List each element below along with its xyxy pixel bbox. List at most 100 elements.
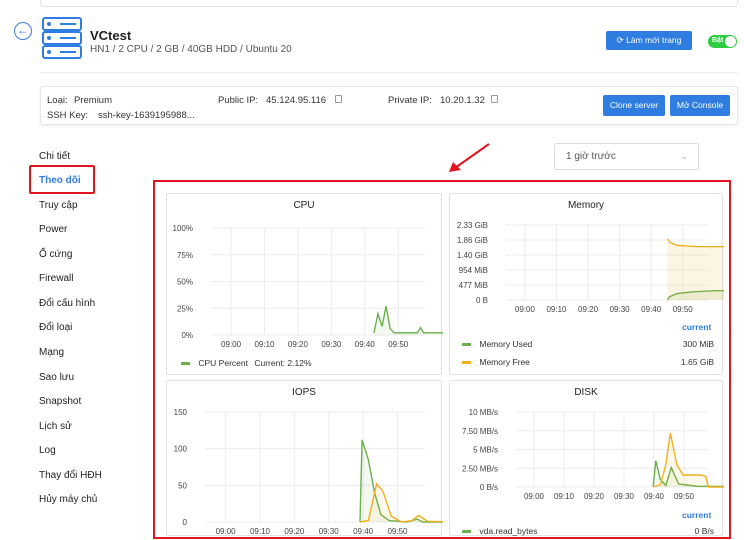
x-tick-label: 09:50	[673, 305, 694, 314]
legend-label: CPU Percent	[198, 358, 248, 368]
y-tick-label: 2.33 GiB	[457, 221, 488, 230]
sidebar-item-mang[interactable]: Mạng	[39, 347, 64, 358]
legend-item: Memory Free	[462, 357, 530, 367]
x-tick-label: 09:20	[288, 340, 309, 349]
sidebar-item-huy-may-chu[interactable]: Hủy máy chủ	[39, 494, 97, 505]
clone-server-button[interactable]: Clone server	[603, 95, 665, 116]
time-range-value: 1 giờ trước	[566, 151, 616, 162]
sidebar-item-theo-doi[interactable]: Theo dõi	[29, 165, 95, 194]
x-tick-label: 09:20	[284, 527, 305, 536]
x-tick-label: 09:30	[319, 527, 340, 536]
legend-current: 1.65 GiB	[680, 357, 714, 367]
x-tick-label: 09:50	[388, 340, 409, 349]
sidebar-item-label: Theo dõi	[39, 175, 81, 186]
x-tick-label: 09:40	[355, 340, 376, 349]
y-tick-label: 0%	[181, 331, 193, 340]
sidebar-item-log[interactable]: Log	[39, 445, 56, 456]
x-tick-label: 09:10	[554, 492, 575, 501]
x-tick-label: 09:10	[250, 527, 271, 536]
x-tick-label: 09:30	[321, 340, 342, 349]
copy-private-ip-icon[interactable]	[491, 95, 498, 103]
y-tick-label: 50	[178, 481, 187, 490]
sidebar-item-chi-tiet[interactable]: Chi tiết	[39, 151, 70, 162]
sidebar-item-power[interactable]: Power	[39, 224, 67, 235]
memory-chart-panel: Memory 09:00 09:10 09:20 09:30 09:40 09:50 2.3…	[449, 193, 724, 375]
y-tick-label: 10 MB/s	[469, 408, 498, 417]
sidebar-item-firewall[interactable]: Firewall	[39, 273, 73, 284]
legend-current: 300 MiB	[682, 339, 714, 349]
legend-label: vda.read_bytes	[479, 526, 538, 536]
chevron-down-icon: ⌄	[680, 151, 688, 161]
y-tick-label: 1.40 GiB	[457, 251, 488, 260]
y-tick-label: 954 MiB	[459, 266, 488, 275]
copy-public-ip-icon[interactable]	[335, 95, 342, 103]
private-ip-label: Private IP:	[388, 95, 432, 106]
y-tick-label: 7.50 MB/s	[462, 427, 498, 436]
y-tick-label: 2.50 MB/s	[462, 464, 498, 473]
power-toggle-label: Bật	[712, 37, 724, 44]
sidebar-item-truy-cap[interactable]: Truy cập	[39, 200, 78, 211]
x-tick-label: 09:00	[515, 305, 536, 314]
time-range-select[interactable]: 1 giờ trước ⌄	[554, 143, 699, 170]
cpu-chart: 09:00 09:10 09:20 09:30 09:40 09:50 100% 75% 50%…	[173, 224, 443, 349]
open-console-button[interactable]: Mở Console	[670, 95, 730, 116]
server-spec: HN1 / 2 CPU / 2 GB / 40GB HDD / Ubuntu 2…	[90, 44, 292, 55]
x-tick-label: 09:40	[641, 305, 662, 314]
legend-item: CPU Percent Current: 2.12%	[181, 358, 312, 368]
legend-swatch	[462, 343, 471, 347]
legend-current: Current: 2.12%	[254, 358, 312, 368]
x-tick-label: 09:20	[578, 305, 599, 314]
toggle-knob	[725, 36, 736, 47]
legend-item: vda.read_bytes	[462, 526, 538, 536]
series-area	[373, 306, 443, 335]
x-tick-label: 09:40	[353, 527, 374, 536]
sidebar-item-lich-su[interactable]: Lịch sử	[39, 421, 72, 432]
series-area	[667, 238, 724, 300]
y-tick-label: 0	[183, 518, 188, 527]
y-tick-label: 25%	[177, 304, 193, 313]
legend-label: Memory Used	[479, 339, 533, 349]
x-tick-label: 09:00	[216, 527, 237, 536]
y-tick-label: 0 B	[476, 296, 488, 305]
sidebar-item-doi-cau-hinh[interactable]: Đổi cấu hình	[39, 298, 95, 309]
current-header: current	[682, 510, 712, 520]
legend-item: Memory Used	[462, 339, 532, 349]
top-divider	[40, 0, 738, 7]
public-ip-value: 45.124.95.116	[266, 95, 327, 106]
x-tick-label: 09:10	[546, 305, 567, 314]
y-tick-label: 100	[174, 445, 188, 454]
x-tick-label: 09:10	[254, 340, 275, 349]
y-tick-label: 0 B/s	[480, 483, 498, 492]
refresh-button[interactable]: ⟳ Làm mới trang	[606, 31, 692, 50]
y-tick-label: 50%	[177, 278, 193, 287]
type-label: Loại:	[47, 95, 68, 106]
series-area	[653, 433, 724, 487]
y-tick-label: 477 MiB	[459, 281, 488, 290]
iops-chart-panel: IOPS 09:00 09:10 09:20 09:30 09:40 09:50 150 10…	[166, 380, 443, 536]
legend-swatch	[462, 361, 471, 365]
x-tick-label: 09:00	[524, 492, 545, 501]
power-toggle[interactable]: Bật	[708, 35, 737, 48]
y-tick-label: 1.86 GiB	[457, 236, 488, 245]
sidebar-item-sao-luu[interactable]: Sao lưu	[39, 372, 74, 383]
x-tick-label: 09:50	[387, 527, 408, 536]
y-tick-label: 75%	[177, 251, 193, 260]
back-icon[interactable]: ←	[14, 22, 32, 40]
legend-current: 0 B/s	[694, 526, 714, 536]
sidebar-item-o-cung[interactable]: Ổ cứng	[39, 249, 72, 260]
y-tick-label: 5 MB/s	[473, 446, 498, 455]
cpu-chart-panel: CPU 09:00 09:10 09:20 09:30 09:40 09:50 100% 75…	[166, 193, 443, 375]
sidebar-item-snapshot[interactable]: Snapshot	[39, 396, 81, 407]
legend-swatch	[181, 362, 190, 366]
sidebar-item-thay-doi-hdh[interactable]: Thay đổi HĐH	[39, 470, 102, 481]
public-ip-label: Public IP:	[218, 95, 259, 106]
server-info-card: Loại: Premium Public IP: 45.124.95.116 P…	[40, 86, 738, 125]
type-value: Premium	[74, 95, 113, 106]
sidebar-item-doi-loai[interactable]: Đổi loại	[39, 322, 72, 333]
ssh-key-value: ssh-key-1639195988...	[98, 110, 195, 121]
current-header: current	[682, 322, 712, 332]
x-tick-label: 09:30	[610, 305, 631, 314]
x-tick-label: 09:30	[614, 492, 635, 501]
x-tick-label: 09:20	[584, 492, 605, 501]
legend-swatch	[462, 530, 471, 534]
